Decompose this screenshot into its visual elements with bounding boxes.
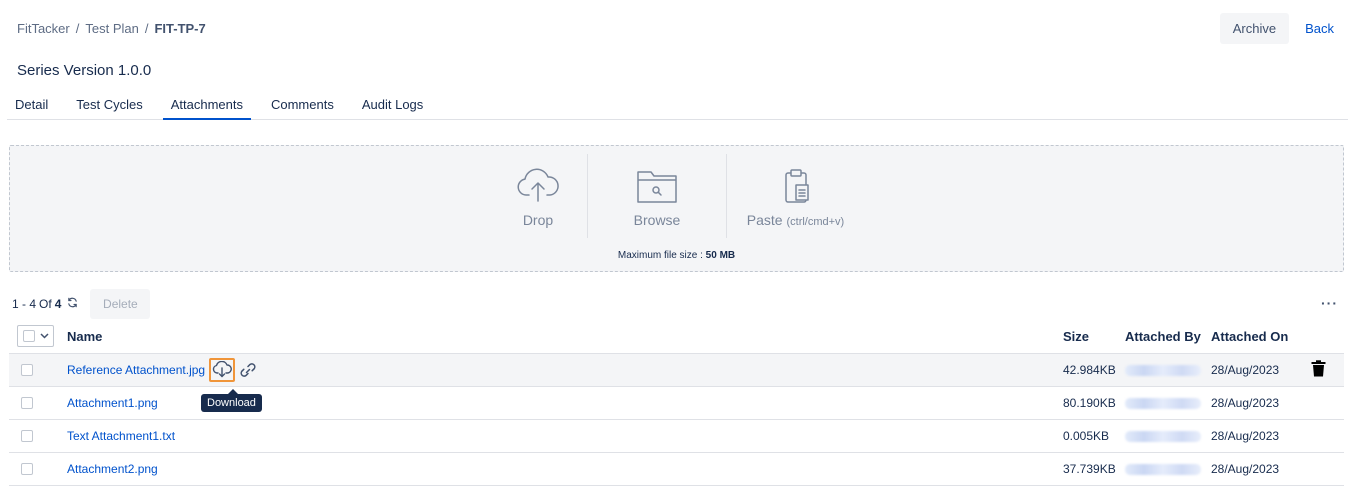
file-name-link[interactable]: Attachment1.png: [67, 396, 158, 410]
row-size: 37.739KB: [1063, 452, 1125, 486]
folder-search-icon: [635, 168, 679, 212]
header-size[interactable]: Size: [1063, 320, 1125, 354]
breadcrumb-separator: /: [144, 21, 149, 36]
attachments-table: Name Size Attached By Attached On Refere…: [9, 320, 1344, 486]
table-header-row: Name Size Attached By Attached On: [9, 320, 1344, 354]
clipboard-icon: [774, 168, 818, 212]
breadcrumb-root[interactable]: FitTacker: [17, 21, 70, 36]
paste-text: Paste: [746, 212, 783, 228]
row-attached-on: 28/Aug/2023: [1211, 452, 1311, 486]
row-checkbox[interactable]: [21, 430, 33, 443]
row-attached-on: 28/Aug/2023: [1211, 386, 1311, 420]
page-total: 4: [54, 297, 62, 311]
tab-detail[interactable]: Detail: [7, 90, 56, 120]
row-attached-by: [1125, 353, 1211, 387]
name-cell-wrapper: Reference Attachment.jpg Download: [67, 357, 262, 412]
tab-audit-logs[interactable]: Audit Logs: [354, 90, 431, 120]
breadcrumb: FitTacker / Test Plan / FIT-TP-7: [17, 21, 206, 36]
back-button[interactable]: Back: [1301, 21, 1338, 36]
top-actions: Archive Back: [1219, 13, 1338, 44]
chevron-down-icon: [40, 331, 49, 341]
row-attached-by: [1125, 386, 1211, 420]
row-select-cell: [9, 419, 59, 453]
redacted-user: [1125, 364, 1201, 376]
tab-test-cycles[interactable]: Test Cycles: [68, 90, 150, 120]
link-icon[interactable]: [238, 361, 258, 379]
drop-option[interactable]: Drop: [489, 154, 587, 238]
row-name-cell: Reference Attachment.jpg Download: [59, 353, 1063, 412]
page-title: Series Version 1.0.0: [17, 62, 152, 79]
file-name-link[interactable]: Attachment2.png: [67, 462, 158, 476]
browse-label: Browse: [633, 212, 681, 228]
tab-attachments[interactable]: Attachments: [162, 90, 251, 120]
row-checkbox[interactable]: [21, 364, 33, 377]
breadcrumb-test-plan[interactable]: Test Plan: [85, 21, 138, 36]
paste-hint: (ctrl/cmd+v): [786, 216, 845, 228]
list-toolbar: 1 - 4 Of 4 Delete ···: [12, 289, 1338, 319]
tab-comments[interactable]: Comments: [263, 90, 342, 120]
breadcrumb-current: FIT-TP-7: [154, 21, 206, 36]
redacted-user: [1125, 397, 1201, 409]
header-name[interactable]: Name: [59, 320, 1063, 354]
row-select-cell: [9, 386, 59, 420]
select-all-cell: [9, 320, 59, 354]
paste-option[interactable]: Paste (ctrl/cmd+v): [726, 154, 864, 238]
row-actions: [1311, 452, 1344, 486]
delete-button[interactable]: Delete: [90, 289, 151, 319]
cloud-upload-icon: [516, 168, 560, 212]
max-file-size-value: 50 MB: [705, 250, 736, 261]
browse-option[interactable]: Browse: [587, 154, 726, 238]
row-name-cell: Attachment2.png: [59, 452, 1063, 486]
max-file-size: Maximum file size : 50 MB: [10, 250, 1343, 261]
page-range: 1 - 4: [12, 297, 37, 311]
refresh-icon[interactable]: [67, 297, 78, 311]
redacted-user: [1125, 463, 1201, 475]
row-actions: [1311, 353, 1344, 387]
row-checkbox[interactable]: [21, 463, 33, 476]
table-row: Attachment2.png 37.739KB 28/Aug/2023: [9, 452, 1344, 486]
page-of: Of: [39, 297, 52, 311]
trash-icon[interactable]: [1311, 359, 1326, 377]
row-size: 42.984KB: [1063, 353, 1125, 387]
select-all-checkbox[interactable]: [23, 330, 35, 343]
row-select-cell: [9, 353, 59, 387]
row-actions: [1311, 419, 1344, 453]
table-row: Text Attachment1.txt 0.005KB 28/Aug/2023: [9, 419, 1344, 453]
download-tooltip: Download: [201, 388, 262, 412]
tab-bar: Detail Test Cycles Attachments Comments …: [7, 90, 1348, 120]
table-row: Reference Attachment.jpg Download 42.984…: [9, 353, 1344, 412]
row-actions: [1311, 386, 1344, 420]
archive-button[interactable]: Archive: [1219, 13, 1290, 44]
file-name-link[interactable]: Reference Attachment.jpg: [67, 363, 205, 377]
row-size: 80.190KB: [1063, 386, 1125, 420]
cloud-download-icon[interactable]: [209, 357, 236, 382]
file-name-link[interactable]: Text Attachment1.txt: [67, 429, 175, 443]
max-file-size-label: Maximum file size :: [617, 250, 703, 261]
select-all-dropdown[interactable]: [17, 325, 54, 348]
row-attached-by: [1125, 419, 1211, 453]
breadcrumb-separator: /: [75, 21, 80, 36]
header-attached-by[interactable]: Attached By: [1125, 320, 1211, 354]
header-actions: [1311, 320, 1344, 354]
row-name-cell: Text Attachment1.txt: [59, 419, 1063, 453]
row-select-cell: [9, 452, 59, 486]
row-attached-on: 28/Aug/2023: [1211, 353, 1311, 387]
header-attached-on[interactable]: Attached On: [1211, 320, 1311, 354]
row-attached-on: 28/Aug/2023: [1211, 419, 1311, 453]
paste-label: Paste (ctrl/cmd+v): [747, 212, 844, 228]
row-checkbox[interactable]: [21, 397, 33, 410]
drop-label: Drop: [522, 212, 554, 228]
pagination-info: 1 - 4 Of 4: [12, 297, 78, 311]
attachment-dropzone[interactable]: Drop Browse Paste (ctrl/cmd+v) Maximum f…: [9, 145, 1344, 272]
row-size: 0.005KB: [1063, 419, 1125, 453]
more-options-icon[interactable]: ···: [1321, 295, 1338, 311]
redacted-user: [1125, 430, 1201, 442]
row-attached-by: [1125, 452, 1211, 486]
dropzone-options: Drop Browse Paste (ctrl/cmd+v): [10, 146, 1343, 238]
